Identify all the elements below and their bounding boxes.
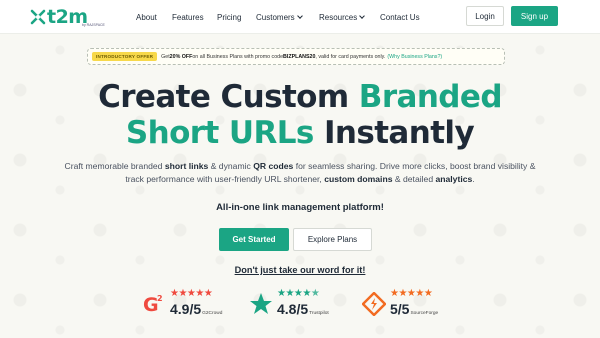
trustpilot-source: Trustpilot — [309, 311, 329, 316]
sub-bold: analytics — [435, 174, 473, 185]
promo-text-middle: on all Business Plans with promo code — [192, 53, 284, 60]
headline-green-2: Short URLs — [125, 115, 314, 151]
promo-banner: INTRODUCTORY OFFER Get 20% OFF on all Bu… — [87, 48, 505, 65]
sourceforge-score-value: 5/5 — [390, 301, 410, 317]
login-button[interactable]: Login — [466, 6, 504, 26]
g2-score: 4.9/5G2Crowd — [170, 302, 222, 317]
top-navbar: t2m by RAJSPACE About Features Pricing C… — [0, 0, 600, 34]
promo-text-after: , valid for card payments only. — [315, 53, 386, 60]
nav-customers-dropdown[interactable]: Customers — [256, 12, 303, 22]
headline-line-1: Create Custom Branded — [0, 82, 600, 113]
nav-pricing[interactable]: Pricing — [217, 13, 241, 22]
social-proof-link[interactable]: Don't just take our word for it! — [0, 265, 600, 275]
tagline: All-in-one link management platform! — [216, 202, 384, 213]
chevron-down-icon — [296, 13, 303, 19]
promo-code: BIZPLANS20 — [283, 53, 316, 60]
sourceforge-stars: ★★★★★ — [390, 288, 433, 299]
logo-subtext: by RAJSPACE — [82, 23, 105, 27]
sourceforge-score: 5/5SourceForge — [390, 302, 438, 317]
sourceforge-source: SourceForge — [410, 311, 439, 316]
g2-source: G2Crowd — [202, 311, 223, 316]
sourceforge-logo-icon — [362, 292, 386, 316]
signup-button[interactable]: Sign up — [511, 6, 558, 26]
nav-customers-label: Customers — [256, 12, 295, 22]
promo-badge: INTRODUCTORY OFFER — [92, 52, 158, 61]
g2-logo-icon: G 2 — [143, 294, 163, 316]
t2m-logo[interactable]: t2m by RAJSPACE — [30, 6, 105, 28]
headline-dark-2: Instantly — [323, 115, 475, 151]
nav-features[interactable]: Features — [172, 13, 204, 22]
g2-score-value: 4.9/5 — [170, 301, 202, 317]
logo-mark-icon — [30, 9, 46, 25]
sub-bold: short links — [164, 161, 209, 171]
trustpilot-score-value: 4.8/5 — [277, 301, 309, 317]
sub-text: & detailed — [392, 174, 436, 185]
why-business-plans-link[interactable]: (Why Business Plans?) — [387, 54, 442, 60]
trustpilot-stars: ★★★★★ — [277, 288, 320, 299]
chevron-down-icon — [359, 13, 366, 19]
promo-text-before: Get — [161, 53, 170, 60]
explore-plans-button[interactable]: Explore Plans — [293, 228, 372, 251]
nav-resources-dropdown[interactable]: Resources — [319, 12, 366, 22]
headline-dark-1: Create Custom — [98, 79, 349, 115]
trustpilot-score: 4.8/5Trustpilot — [277, 302, 329, 317]
get-started-button[interactable]: Get Started — [219, 228, 289, 251]
headline-green-1: Branded — [358, 79, 503, 115]
sub-text: Craft memorable branded — [64, 161, 165, 171]
sub-text: . — [472, 174, 475, 185]
nav-about[interactable]: About — [136, 13, 157, 22]
sub-bold: custom domains — [324, 174, 393, 185]
nav-resources-label: Resources — [319, 12, 358, 22]
promo-discount: 20% OFF — [169, 53, 193, 60]
g2-stars: ★★★★★ — [170, 288, 213, 299]
headline-line-2: Short URLs Instantly — [0, 118, 600, 149]
sub-bold: QR codes — [253, 161, 294, 171]
hero-description: Craft memorable branded short links & dy… — [60, 160, 540, 187]
nav-contact[interactable]: Contact Us — [380, 13, 420, 22]
svg-text:2: 2 — [157, 294, 163, 303]
sub-text: & dynamic — [208, 161, 254, 171]
trustpilot-star-icon — [250, 293, 272, 314]
